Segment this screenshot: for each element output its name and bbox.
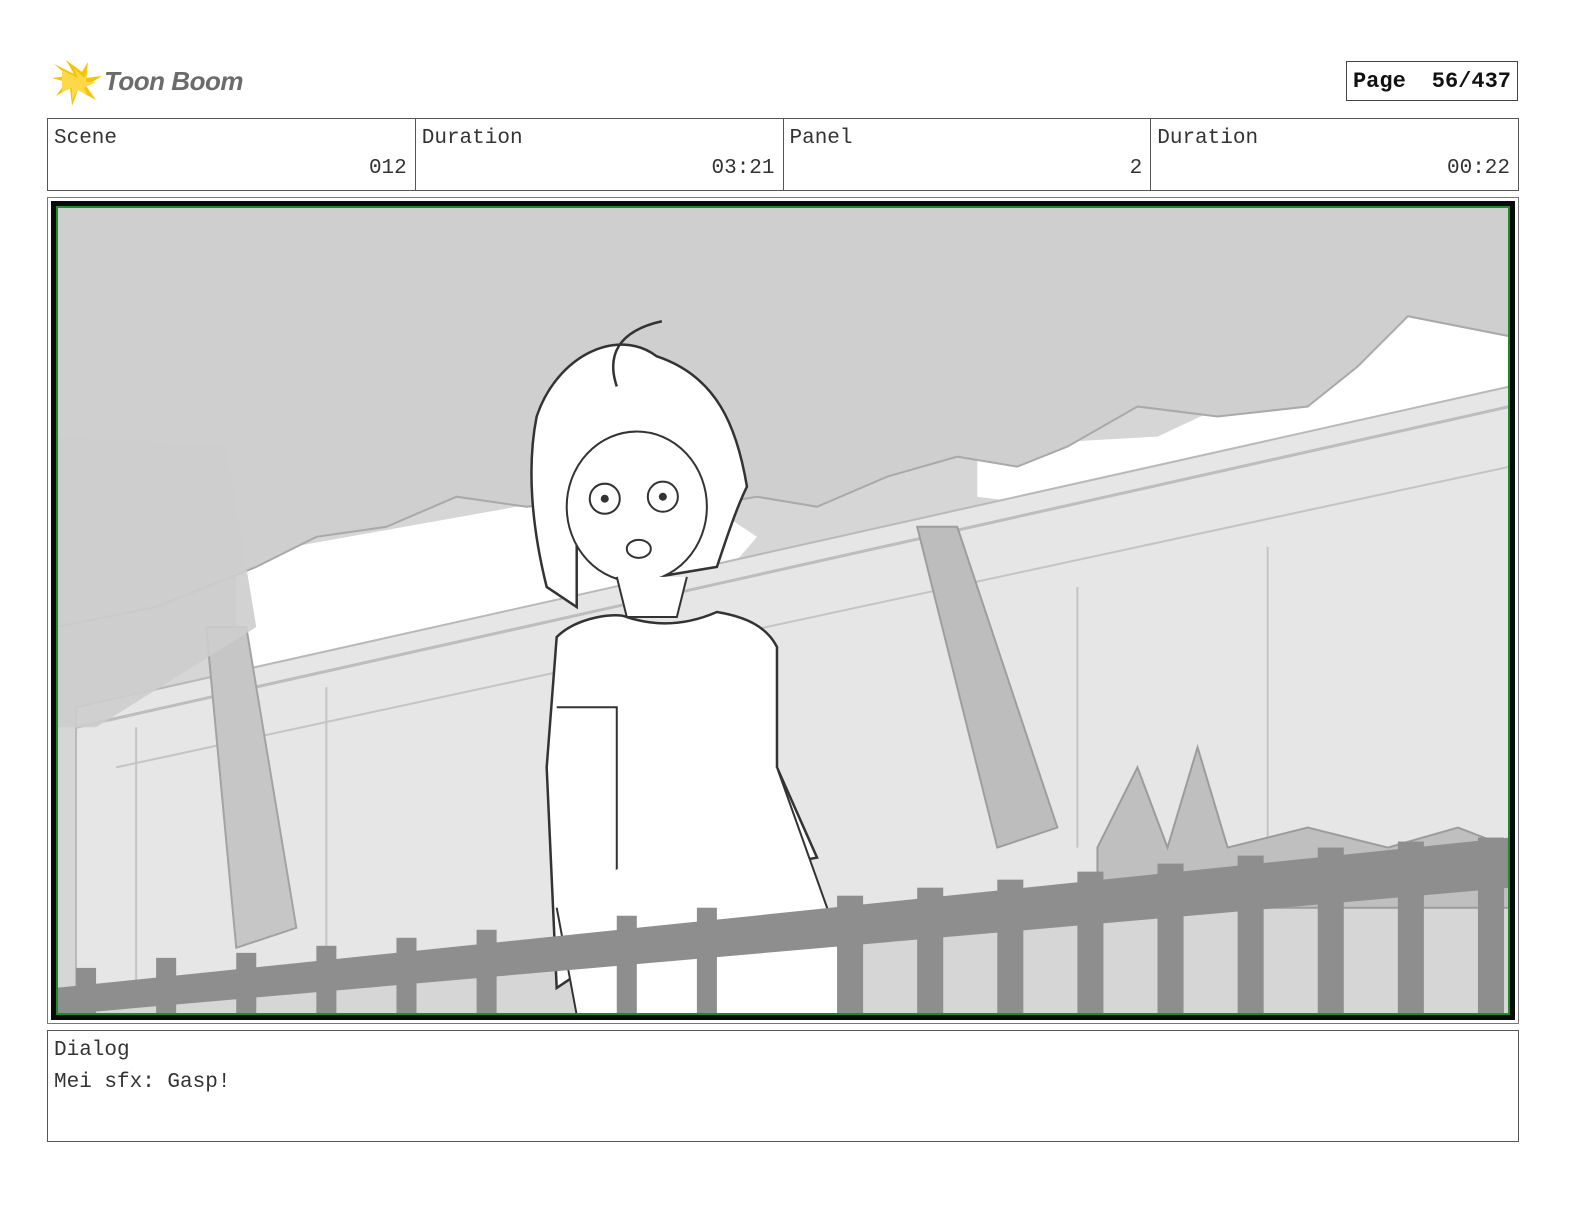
dialog-text: Mei sfx: Gasp! — [54, 1071, 231, 1094]
panel-sketch — [56, 206, 1510, 1015]
logo-wordmark: Toon Boom — [104, 66, 243, 96]
panel-image — [51, 201, 1515, 1020]
scene-duration-label: Duration — [421, 127, 523, 150]
panel-value: 2 — [1129, 157, 1143, 180]
panel-duration-label: Duration — [1157, 127, 1259, 150]
panel-duration-value: 00:22 — [1446, 157, 1510, 180]
page-label: Page — [1352, 68, 1406, 94]
scene-cell: Scene 012 — [48, 119, 416, 190]
panel-info-row: Scene 012 Duration 03:21 Panel 2 Duratio… — [47, 118, 1519, 191]
flash-icon — [52, 60, 102, 106]
toon-boom-logo: Toon Boom — [52, 56, 252, 108]
scene-duration-value: 03:21 — [711, 157, 775, 180]
scene-label: Scene — [54, 127, 118, 150]
scene-duration-cell: Duration 03:21 — [416, 119, 784, 190]
panel-cell: Panel 2 — [784, 119, 1152, 190]
storyboard-frame — [47, 197, 1519, 1024]
scene-value: 012 — [368, 157, 407, 180]
dialog-label: Dialog — [54, 1039, 130, 1062]
page-number: 56/437 — [1431, 68, 1511, 94]
panel-label: Panel — [789, 127, 853, 150]
panel-duration-cell: Duration 00:22 — [1151, 119, 1518, 190]
page-indicator: Page 56/437 — [1345, 61, 1518, 101]
dialog-box: Dialog Mei sfx: Gasp! — [47, 1030, 1519, 1142]
